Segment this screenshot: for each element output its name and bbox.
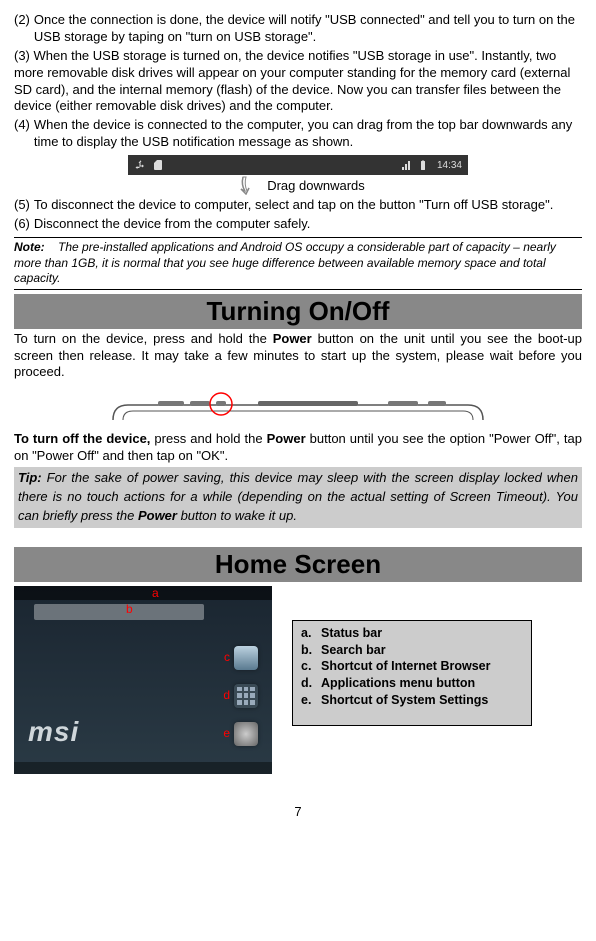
home-screenshot: msi a b c d e [14, 586, 272, 774]
legend-e-val: Shortcut of System Settings [321, 692, 488, 709]
drag-instruction: Drag downwards [14, 175, 582, 195]
page-number: 7 [14, 804, 582, 819]
list-content-6: Disconnect the device from the computer … [34, 216, 582, 233]
hs-status-bar [14, 586, 272, 600]
android-status-bar: 14:34 [128, 155, 468, 175]
sd-icon [152, 159, 164, 171]
tip-post: button to wake it up. [177, 508, 297, 523]
list-num-3: (3) [14, 48, 30, 63]
list-item-3: (3) When the USB storage is turned on, t… [14, 48, 582, 116]
usb-icon [134, 159, 146, 171]
list-num-2: (2) [14, 12, 34, 46]
list-num-6: (6) [14, 216, 34, 233]
battery-icon [417, 159, 429, 171]
drag-label: Drag downwards [267, 178, 365, 193]
hs-icon-browser [234, 646, 258, 670]
signal-icon [401, 159, 413, 171]
turning-p2: To turn off the device, press and hold t… [14, 431, 582, 465]
hs-dock [14, 762, 272, 774]
label-a: a [152, 586, 159, 600]
list-content-4: When the device is connected to the comp… [34, 117, 582, 151]
legend-a-val: Status bar [321, 625, 382, 642]
status-time: 14:34 [437, 160, 462, 171]
legend-c-key: c. [301, 658, 321, 675]
power-bold-3: Power [138, 508, 177, 523]
list-content-2: Once the connection is done, the device … [34, 12, 582, 46]
legend-b-key: b. [301, 642, 321, 659]
label-e: e [223, 726, 230, 740]
list-item-4: (4) When the device is connected to the … [14, 117, 582, 151]
legend-e-key: e. [301, 692, 321, 709]
device-top-illustration [108, 385, 488, 425]
legend-d-key: d. [301, 675, 321, 692]
hs-icon-apps [234, 684, 258, 708]
hs-logo: msi [28, 716, 79, 748]
tip-box: Tip: For the sake of power saving, this … [14, 467, 582, 528]
note-label: Note: [14, 240, 45, 254]
list-num-4: (4) [14, 117, 34, 151]
note-box: Note: The pre-installed applications and… [14, 237, 582, 290]
legend-b-val: Search bar [321, 642, 386, 659]
power-bold-1: Power [273, 331, 312, 346]
label-d: d [223, 688, 230, 702]
list-num-5: (5) [14, 197, 34, 214]
legend-box: a.Status bar b.Search bar c.Shortcut of … [292, 620, 532, 726]
turning-p1: To turn on the device, press and hold th… [14, 331, 582, 382]
arrow-down-icon [231, 175, 261, 195]
label-c: c [224, 650, 230, 664]
list-content-3: When the USB storage is turned on, the d… [14, 48, 570, 114]
turning-p2-prebold: To turn off the device, [14, 431, 150, 446]
list-content-5: To disconnect the device to computer, se… [34, 197, 582, 214]
list-item-2: (2) Once the connection is done, the dev… [14, 12, 582, 46]
legend-c-val: Shortcut of Internet Browser [321, 658, 490, 675]
note-text: The pre-installed applications and Andro… [14, 240, 556, 285]
turning-p1-pre: To turn on the device, press and hold th… [14, 331, 273, 346]
heading-turning: Turning On/Off [14, 294, 582, 329]
label-b: b [126, 602, 133, 616]
hs-icon-settings [234, 722, 258, 746]
turning-p2-mid: press and hold the [150, 431, 266, 446]
power-bold-2: Power [267, 431, 306, 446]
legend-a-key: a. [301, 625, 321, 642]
legend-d-val: Applications menu button [321, 675, 475, 692]
tip-mid: For the sake of power saving, this devic… [18, 470, 578, 523]
heading-home: Home Screen [14, 547, 582, 582]
tip-label: Tip: [18, 470, 42, 485]
list-item-5: (5) To disconnect the device to computer… [14, 197, 582, 214]
list-item-6: (6) Disconnect the device from the compu… [14, 216, 582, 233]
hs-search-bar [34, 604, 204, 620]
